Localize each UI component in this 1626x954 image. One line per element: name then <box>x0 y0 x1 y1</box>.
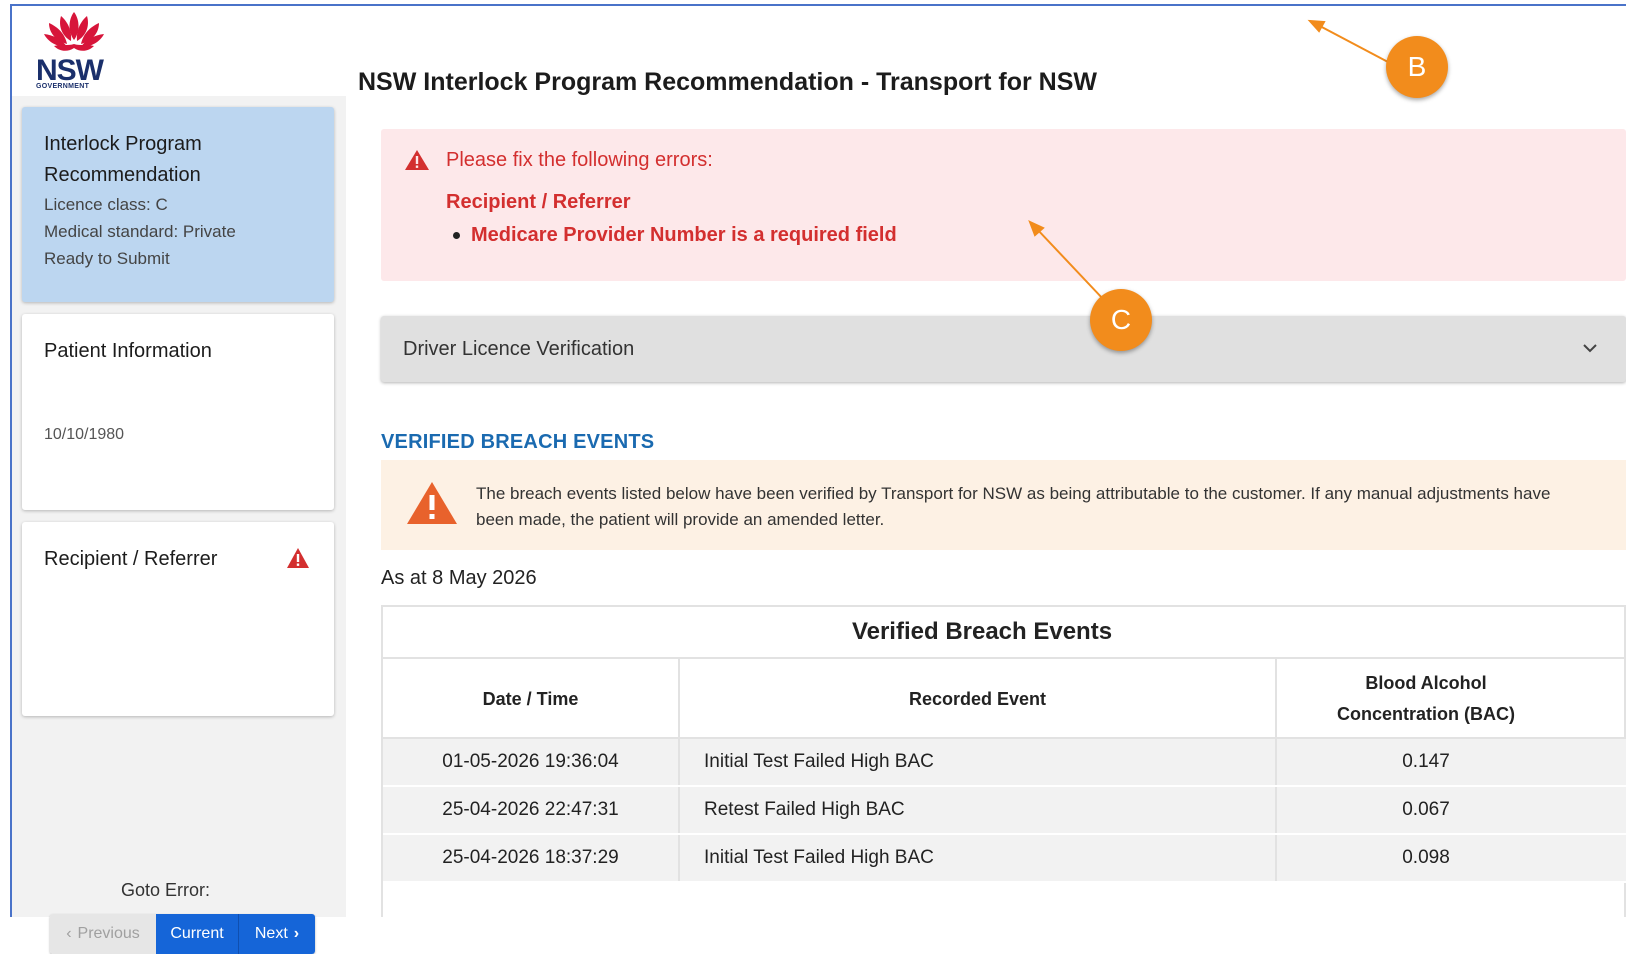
current-button-label: Current <box>170 925 224 942</box>
patient-dob: 10/10/1980 <box>44 426 125 443</box>
error-item-link[interactable]: Medicare Provider Number is a required f… <box>453 224 897 247</box>
warning-icon <box>405 150 429 170</box>
column-header-bac-line1: Blood Alcohol <box>1365 673 1487 693</box>
medical-standard-text: Medical standard: Private <box>44 222 236 241</box>
table-title: Verified Breach Events <box>851 618 1113 645</box>
main-content: Please fix the following errors: Recipie… <box>346 96 1626 917</box>
warning-icon <box>407 482 457 524</box>
column-header-datetime: Date / Time <box>383 659 680 739</box>
next-error-button[interactable]: Next › <box>239 914 315 954</box>
cell-datetime: 25-04-2026 22:47:31 <box>383 787 680 833</box>
column-header-bac-line2: Concentration (BAC) <box>1337 704 1515 724</box>
error-section-link[interactable]: Recipient / Referrer <box>446 191 631 214</box>
chevron-right-icon: › <box>293 925 300 942</box>
breach-notice: The breach events listed below have been… <box>381 460 1626 550</box>
page-title: NSW Interlock Program Recommendation - T… <box>358 68 1097 96</box>
sidebar-item-title: Interlock Program <box>44 133 202 155</box>
sidebar: Interlock Program Recommendation Licence… <box>12 96 347 954</box>
sidebar-item-title-cont: Recommendation <box>44 164 201 186</box>
table-row: 25-04-2026 22:47:31 Retest Failed High B… <box>383 787 1626 835</box>
driver-licence-verification-accordion[interactable]: Driver Licence Verification <box>381 316 1626 382</box>
table-header-row: Date / Time Recorded Event Blood Alcohol… <box>383 657 1626 739</box>
table-row: 25-04-2026 18:37:29 Initial Test Failed … <box>383 835 1626 883</box>
column-header-event: Recorded Event <box>680 659 1277 739</box>
error-item-text: Medicare Provider Number is a required f… <box>471 224 897 246</box>
cell-event: Initial Test Failed High BAC <box>680 835 1277 881</box>
previous-error-button[interactable]: ‹ Previous <box>50 914 156 954</box>
table-row: 01-05-2026 19:36:04 Initial Test Failed … <box>383 739 1626 787</box>
cell-datetime: 01-05-2026 19:36:04 <box>383 739 680 785</box>
error-heading: Please fix the following errors: <box>446 149 713 171</box>
cell-bac: 0.067 <box>1402 799 1450 820</box>
cell-datetime: 25-04-2026 18:37:29 <box>383 835 680 881</box>
chevron-down-icon <box>1583 344 1597 353</box>
sidebar-item-title: Patient Information <box>44 340 212 362</box>
next-button-label: Next <box>254 925 288 942</box>
cell-bac: 0.098 <box>1402 847 1450 868</box>
callout-c: C <box>1090 289 1152 351</box>
callout-b: B <box>1386 36 1448 98</box>
error-summary: Please fix the following errors: Recipie… <box>381 129 1626 281</box>
app-header: NSW GOVERNMENT NSW Interlock Program Rec… <box>12 6 1626 97</box>
goto-error-label: Goto Error: <box>121 880 211 900</box>
column-header-bac: Blood Alcohol Concentration (BAC) <box>1277 659 1575 739</box>
section-heading: VERIFIED BREACH EVENTS <box>381 431 655 453</box>
status-text: Ready to Submit <box>44 249 170 268</box>
logo-subtext: GOVERNMENT <box>36 83 90 90</box>
cell-event: Retest Failed High BAC <box>680 787 1277 833</box>
sidebar-item-interlock-recommendation[interactable]: Interlock Program Recommendation Licence… <box>22 107 334 302</box>
sidebar-item-recipient-referrer[interactable]: Recipient / Referrer <box>22 522 334 716</box>
cell-bac: 0.147 <box>1402 751 1450 772</box>
chevron-left-icon: ‹ <box>66 925 72 942</box>
as-at-date: As at 8 May 2026 <box>381 567 537 589</box>
sidebar-item-patient-information[interactable]: Patient Information 10/10/1980 <box>22 314 334 510</box>
previous-button-label: Previous <box>77 925 140 942</box>
notice-text: The breach events listed below have been… <box>476 484 1551 529</box>
licence-class-text: Licence class: C <box>44 195 168 214</box>
breach-events-table: Verified Breach Events Date / Time Recor… <box>381 605 1626 917</box>
sidebar-item-title: Recipient / Referrer <box>44 548 218 570</box>
current-error-button[interactable]: Current <box>156 914 239 954</box>
goto-error-pager: ‹ Previous Current Next › <box>50 914 315 954</box>
cell-event: Initial Test Failed High BAC <box>680 739 1277 785</box>
bullet-icon <box>453 232 460 239</box>
accordion-label: Driver Licence Verification <box>403 338 635 360</box>
warning-icon <box>287 548 309 568</box>
